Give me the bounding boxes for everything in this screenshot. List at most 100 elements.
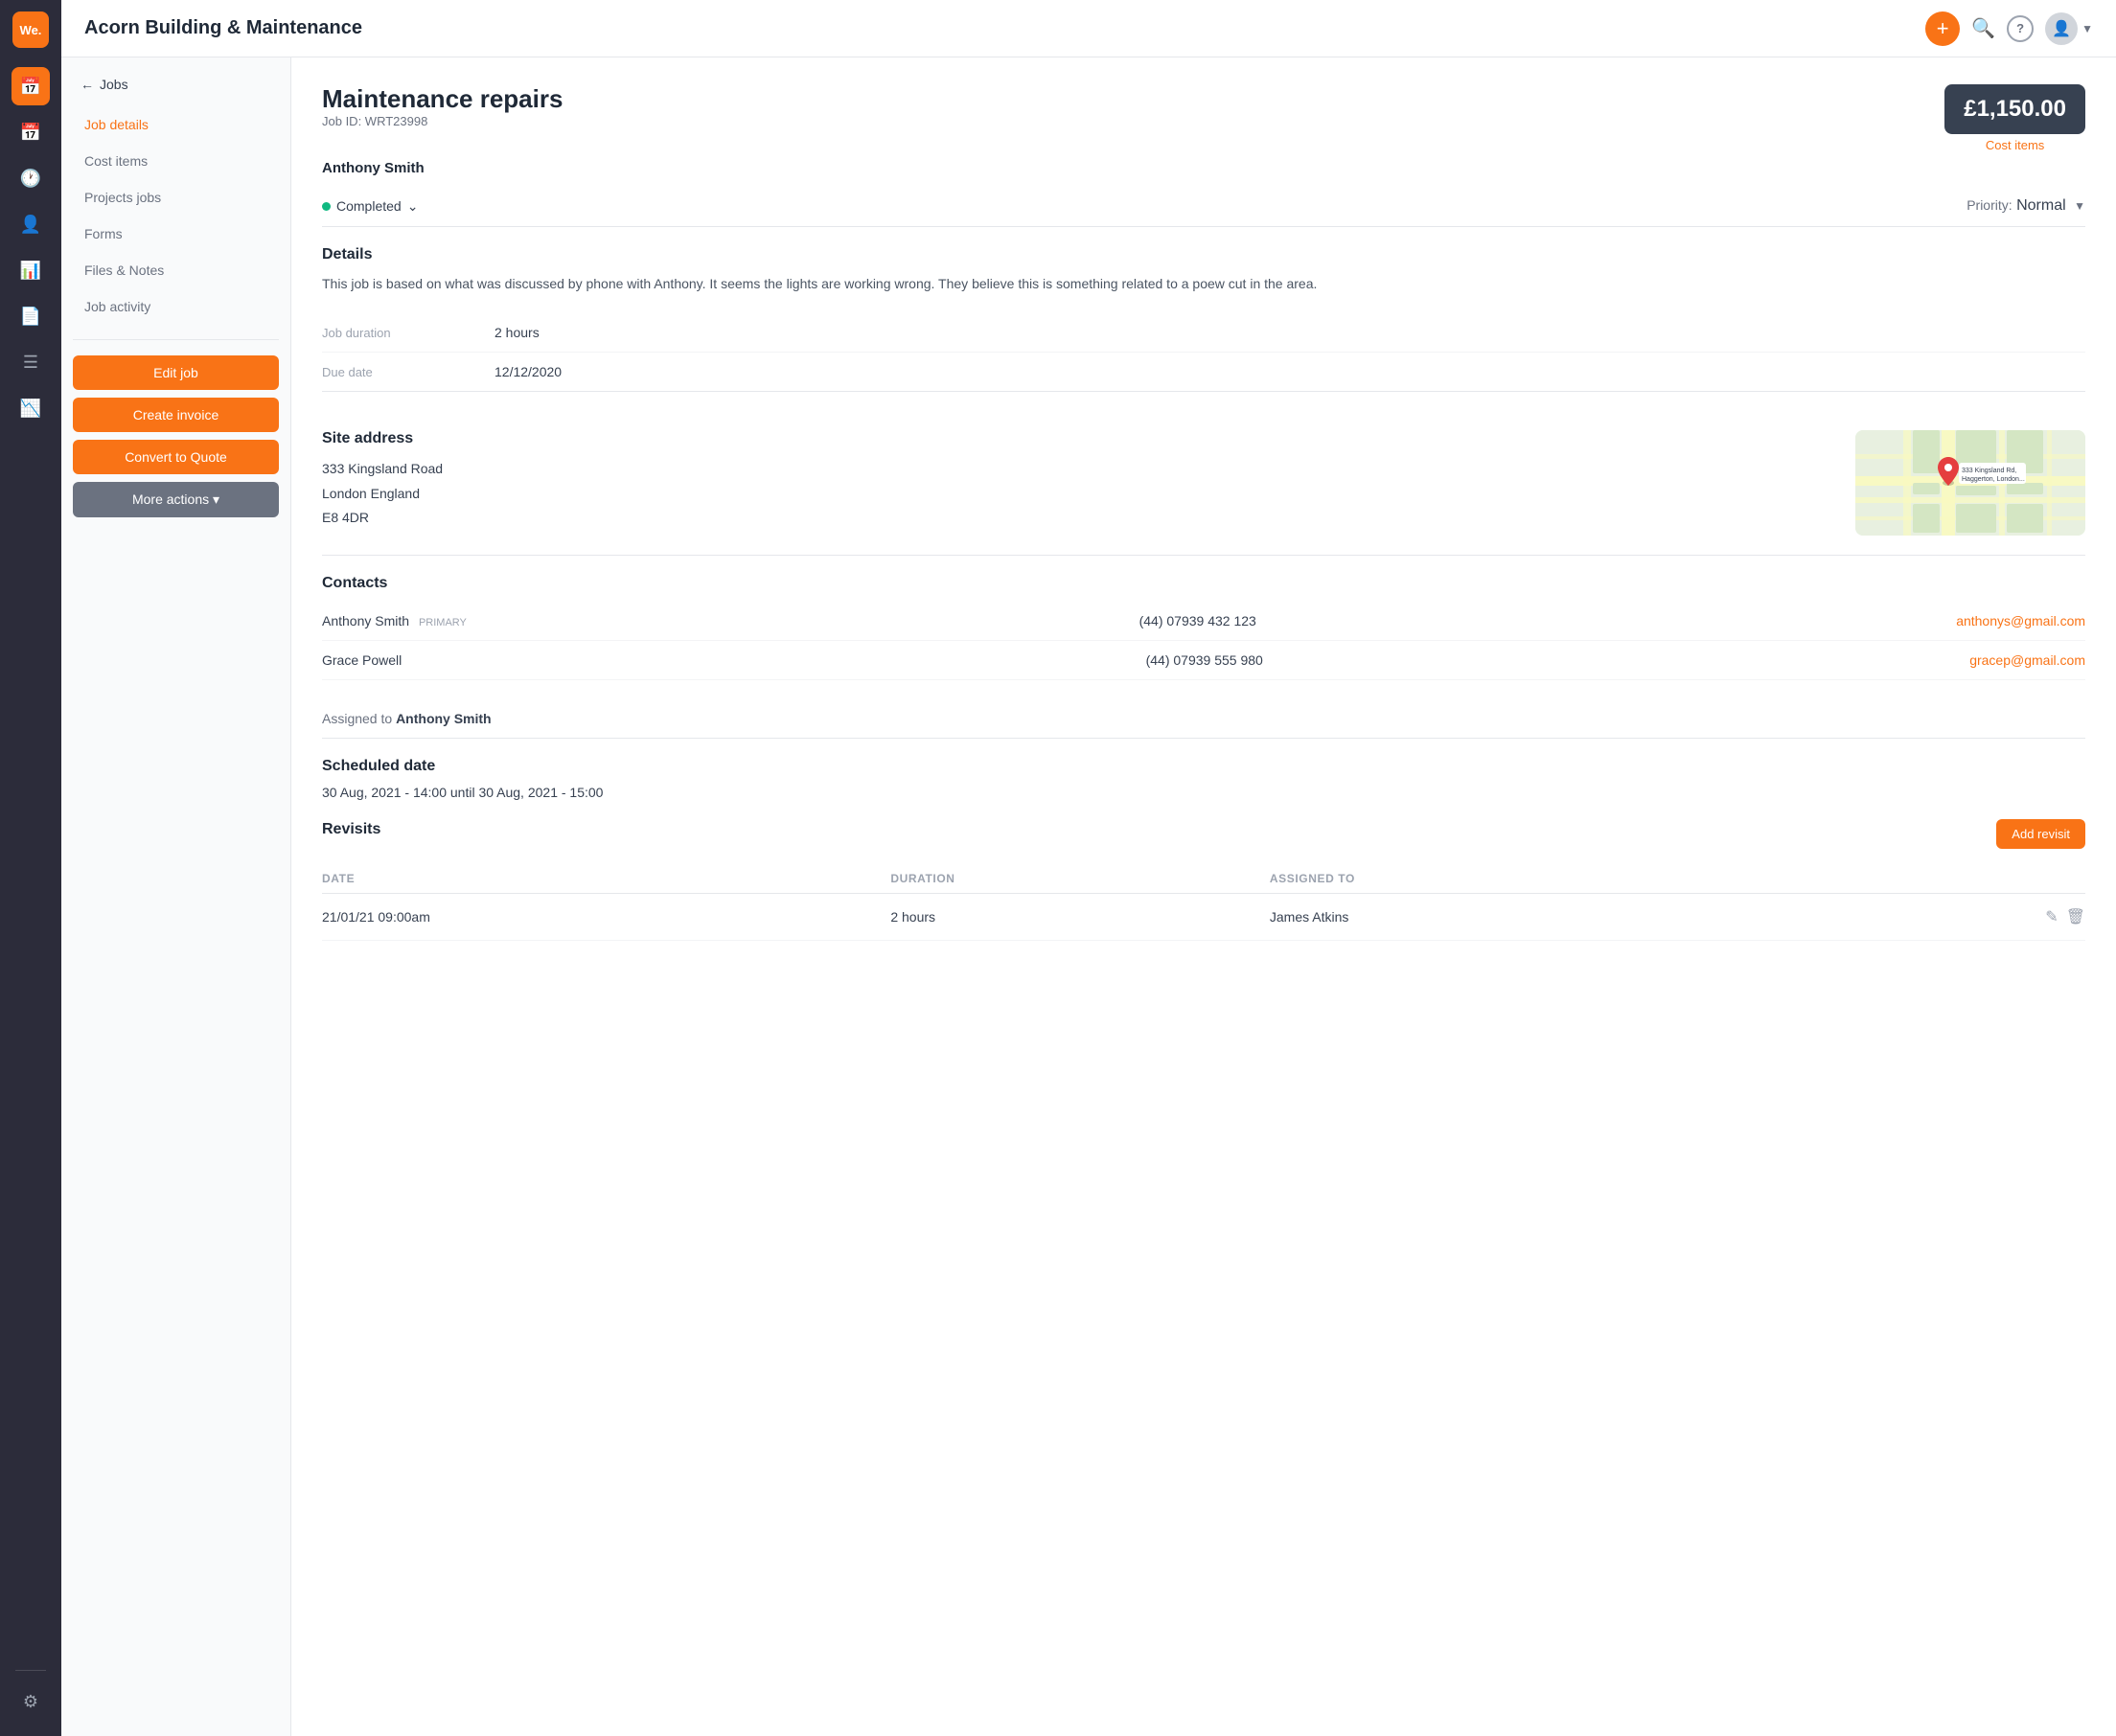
nav-reports-icon[interactable]: 📊 (12, 251, 50, 289)
chevron-down-icon: ▼ (2082, 22, 2093, 35)
contact-email-1[interactable]: gracep@gmail.com (1969, 652, 2085, 668)
due-date-value: 12/12/2020 (494, 364, 562, 379)
nav-clock-icon[interactable]: 🕐 (12, 159, 50, 197)
sidebar-item-files-notes[interactable]: Files & Notes (73, 253, 279, 287)
address-line1: 333 Kingsland Road (322, 457, 1832, 481)
details-text: This job is based on what was discussed … (322, 273, 2085, 294)
contact-phone-1: (44) 07939 555 980 (1146, 652, 1970, 668)
create-invoice-button[interactable]: Create invoice (73, 398, 279, 432)
back-label: Jobs (100, 77, 128, 92)
nav-invoices-icon[interactable]: 📄 (12, 297, 50, 335)
sidebar-item-cost-items[interactable]: Cost items (73, 144, 279, 178)
priority-label: Priority: (1966, 197, 2012, 213)
details-heading: Details (322, 246, 2085, 263)
contact-name-1: Grace Powell (322, 652, 1146, 668)
add-revisit-button[interactable]: Add revisit (1996, 819, 2085, 849)
contacts-heading: Contacts (322, 575, 2085, 592)
sidebar-item-job-activity[interactable]: Job activity (73, 289, 279, 324)
col-date-header: DATE (322, 872, 890, 885)
site-address-heading: Site address (322, 430, 1832, 447)
nav-divider (15, 1670, 46, 1671)
search-icon[interactable]: 🔍 (1971, 16, 1995, 40)
contact-badge-0: PRIMARY (419, 617, 467, 628)
add-button[interactable]: + (1925, 11, 1960, 46)
status-badge[interactable]: Completed ⌄ (322, 198, 418, 215)
sidebar-divider (73, 339, 279, 340)
site-section: Site address 333 Kingsland Road London E… (322, 411, 2085, 556)
nav-users-icon[interactable]: 👤 (12, 205, 50, 243)
revisits-heading: Revisits (322, 821, 380, 838)
job-id: Job ID: WRT23998 (322, 114, 563, 128)
nav-jobs-icon[interactable]: 📅 (12, 67, 50, 105)
help-icon[interactable]: ? (2007, 15, 2034, 42)
status-row: Completed ⌄ Priority: Normal ▼ (322, 186, 2085, 227)
app-logo[interactable]: We. (12, 11, 49, 48)
edit-job-button[interactable]: Edit job (73, 355, 279, 390)
assigned-to-label: Assigned to (322, 711, 392, 726)
sidebar: ← Jobs Job details Cost items Projects j… (61, 57, 291, 1736)
cost-amount: £1,150.00 (1964, 96, 2066, 123)
col-duration-header: DURATION (890, 872, 1270, 885)
sidebar-nav: Job details Cost items Projects jobs For… (61, 107, 290, 324)
address-line3: E8 4DR (322, 506, 1832, 530)
due-date-row: Due date 12/12/2020 (322, 353, 2085, 392)
svg-text:333 Kingsland Rd,: 333 Kingsland Rd, (1962, 468, 2016, 474)
nav-settings-icon[interactable]: ⚙ (12, 1682, 50, 1721)
status-dot (322, 202, 331, 211)
status-label: Completed (336, 198, 402, 214)
revisit-date-0: 21/01/21 09:00am (322, 909, 890, 925)
delete-revisit-icon[interactable]: 🗑 (2066, 907, 2085, 926)
col-actions-header (2028, 872, 2085, 885)
convert-to-quote-button[interactable]: Convert to Quote (73, 440, 279, 474)
job-title-block: Maintenance repairs Job ID: WRT23998 (322, 84, 563, 140)
nav-schedule-icon[interactable]: ☰ (12, 343, 50, 381)
address-line2: London England (322, 482, 1832, 506)
sidebar-item-projects-jobs[interactable]: Projects jobs (73, 180, 279, 215)
back-arrow-icon: ← (80, 77, 94, 92)
scheduled-date: 30 Aug, 2021 - 14:00 until 30 Aug, 2021 … (322, 785, 2085, 800)
revisits-header: Revisits Add revisit (322, 819, 2085, 849)
address-lines: 333 Kingsland Road London England E8 4DR (322, 457, 1832, 530)
contact-email-0[interactable]: anthonys@gmail.com (1956, 613, 2085, 628)
revisit-duration-0: 2 hours (890, 909, 1270, 925)
job-title: Maintenance repairs (322, 84, 563, 114)
main-content: Maintenance repairs Job ID: WRT23998 £1,… (291, 57, 2116, 1736)
revisit-actions-0: ✎ 🗑 (2028, 907, 2085, 926)
svg-text:Haggerton, London...: Haggerton, London... (1962, 476, 2025, 483)
customer-name: Anthony Smith (322, 160, 2085, 176)
contact-row-1: Grace Powell (44) 07939 555 980 gracep@g… (322, 641, 2085, 680)
more-actions-button[interactable]: More actions ▾ (73, 482, 279, 517)
revisit-table: DATE DURATION ASSIGNED TO 21/01/21 09:00… (322, 864, 2085, 941)
sidebar-item-job-details[interactable]: Job details (73, 107, 279, 142)
top-header: Acorn Building & Maintenance + 🔍 ? 👤 ▼ (61, 0, 2116, 57)
priority-block: Priority: Normal ▼ (1966, 197, 2085, 215)
back-to-jobs[interactable]: ← Jobs (61, 77, 290, 107)
revisit-assigned-0: James Atkins (1270, 909, 2028, 925)
cost-box: £1,150.00 (1944, 84, 2085, 134)
contacts-section: Contacts Anthony Smith PRIMARY (44) 0793… (322, 575, 2085, 680)
nav-chart-icon[interactable]: 📉 (12, 389, 50, 427)
assigned-to-name: Anthony Smith (396, 711, 492, 726)
company-name: Acorn Building & Maintenance (84, 17, 1925, 39)
nav-calendar-icon[interactable]: 📅 (12, 113, 50, 151)
cost-items-link[interactable]: Cost items (1944, 138, 2085, 152)
edit-revisit-icon[interactable]: ✎ (2045, 907, 2058, 926)
avatar: 👤 (2045, 12, 2078, 45)
revisit-row-0: 21/01/21 09:00am 2 hours James Atkins ✎ … (322, 894, 2085, 941)
scheduled-section: Scheduled date 30 Aug, 2021 - 14:00 unti… (322, 758, 2085, 800)
job-duration-row: Job duration 2 hours (322, 313, 2085, 353)
job-header: Maintenance repairs Job ID: WRT23998 £1,… (322, 84, 2085, 152)
sidebar-buttons: Edit job Create invoice Convert to Quote… (61, 355, 290, 517)
priority-chevron-icon[interactable]: ▼ (2074, 199, 2085, 213)
revisits-section: Revisits Add revisit DATE DURATION ASSIG… (322, 819, 2085, 941)
details-section: Details This job is based on what was di… (322, 246, 2085, 392)
sidebar-item-forms[interactable]: Forms (73, 217, 279, 251)
contact-phone-0: (44) 07939 432 123 (1139, 613, 1957, 628)
priority-value: Normal (2016, 197, 2066, 214)
revisit-col-header: DATE DURATION ASSIGNED TO (322, 864, 2085, 894)
map-thumbnail[interactable]: 333 Kingsland Rd, Haggerton, London... (1855, 430, 2085, 536)
scheduled-heading: Scheduled date (322, 758, 2085, 775)
user-menu[interactable]: 👤 ▼ (2045, 12, 2093, 45)
contact-row-0: Anthony Smith PRIMARY (44) 07939 432 123… (322, 602, 2085, 641)
job-duration-value: 2 hours (494, 325, 540, 340)
